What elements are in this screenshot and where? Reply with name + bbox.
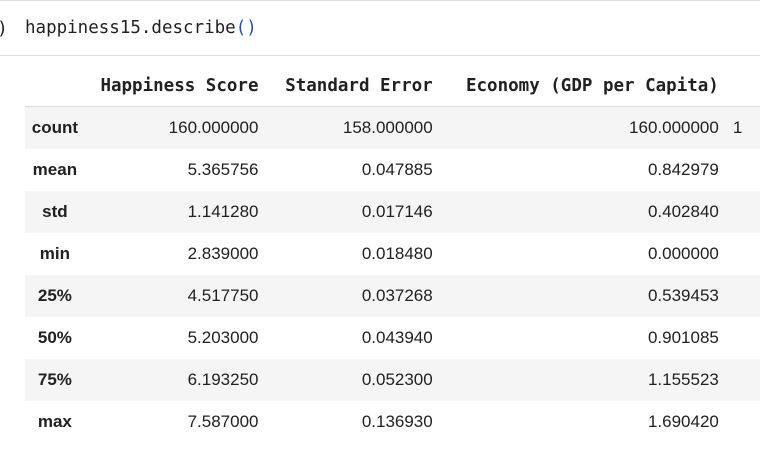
- table-row: 75% 6.193250 0.052300 1.155523: [25, 358, 760, 401]
- table-cell: 5.365756: [187, 159, 259, 179]
- index-header: [25, 66, 85, 107]
- code-cell[interactable]: ) happiness15.describe(): [0, 1, 760, 56]
- table-cell: 0.842979: [647, 159, 719, 179]
- table-cell: 0.047885: [361, 159, 433, 179]
- row-label: count: [31, 117, 79, 137]
- table-cell-cutoff: [727, 401, 760, 443]
- row-label: std: [42, 201, 68, 221]
- table-cell-cutoff: 1: [732, 117, 743, 137]
- table-cell-cutoff: [727, 149, 760, 191]
- table-cell: 1.155523: [647, 369, 719, 389]
- table-cell-cutoff: [727, 191, 760, 233]
- column-header: Happiness Score: [84, 66, 267, 107]
- row-label: max: [37, 411, 72, 431]
- table-cell: 5.203000: [187, 327, 259, 347]
- code-text: happiness15.describe: [25, 18, 236, 38]
- table-cell: 0.000000: [647, 243, 719, 263]
- table-cell: 0.901085: [647, 327, 719, 347]
- table-cell: 160.000000: [168, 117, 259, 137]
- table-cell: 0.043940: [361, 327, 433, 347]
- cell-prompt: ): [0, 18, 8, 39]
- table-cell: 160.000000: [629, 117, 719, 137]
- code-editor-line[interactable]: happiness15.describe(): [25, 18, 257, 38]
- table-cell: 0.136930: [361, 411, 433, 431]
- table-row: min 2.839000 0.018480 0.000000: [25, 233, 760, 275]
- table-cell: 7.587000: [187, 411, 259, 431]
- row-label: 50%: [37, 327, 72, 347]
- table-cell-cutoff: [727, 275, 760, 317]
- row-label: mean: [32, 159, 78, 179]
- table-cell: 158.000000: [342, 117, 433, 137]
- table-cell-cutoff: [727, 317, 760, 359]
- table-row: 25% 4.517750 0.037268 0.539453: [25, 274, 760, 317]
- table-row: 50% 5.203000 0.043940 0.901085: [25, 317, 760, 359]
- table-cell-cutoff: [727, 233, 760, 275]
- code-parens: (): [235, 18, 257, 38]
- table-cell: 2.839000: [187, 243, 259, 263]
- table-cell: 0.539453: [647, 285, 719, 305]
- table-cell: 0.018480: [361, 243, 433, 263]
- table-header-row: Happiness Score Standard Error Economy (…: [25, 66, 760, 107]
- table-row: std 1.141280 0.017146 0.402840: [25, 190, 760, 233]
- cell-output: Happiness Score Standard Error Economy (…: [25, 66, 760, 443]
- column-header-cutoff: [726, 66, 760, 107]
- column-header: Standard Error: [266, 66, 441, 107]
- table-cell: 0.017146: [361, 201, 433, 221]
- table-body: count 160.000000 158.000000 160.000000 1 mean…: [25, 106, 760, 443]
- row-label: min: [39, 243, 70, 263]
- row-label: 75%: [37, 369, 72, 389]
- describe-table: Happiness Score Standard Error Economy (…: [25, 66, 760, 443]
- table-row: max 7.587000 0.136930 1.690420: [25, 401, 760, 443]
- table-cell: 0.052300: [361, 369, 433, 389]
- table-cell: 6.193250: [187, 369, 259, 389]
- table-cell-cutoff: [727, 359, 760, 401]
- table-cell: 0.402840: [647, 201, 719, 221]
- table-cell: 1.690420: [647, 411, 719, 431]
- table-cell: 0.037268: [361, 285, 433, 305]
- table-cell: 1.141280: [187, 201, 259, 221]
- table-row: count 160.000000 158.000000 160.000000 1: [25, 106, 760, 149]
- column-header: Economy (GDP per Capita): [440, 66, 727, 107]
- table-cell: 4.517750: [187, 285, 259, 305]
- table-row: mean 5.365756 0.047885 0.842979: [25, 149, 760, 191]
- row-label: 25%: [37, 285, 72, 305]
